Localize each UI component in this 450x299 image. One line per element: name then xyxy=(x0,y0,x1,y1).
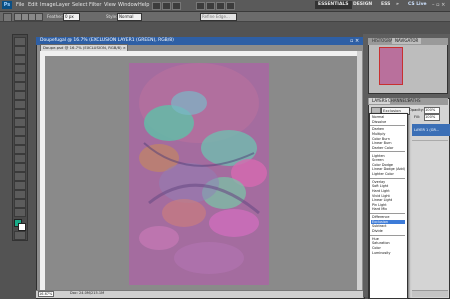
blend-mode-option[interactable]: Dissolve xyxy=(371,120,405,125)
photoshop-logo: Ps xyxy=(2,1,12,9)
opacity-input[interactable]: 100% xyxy=(424,107,440,114)
window-controls[interactable]: – ▫ × xyxy=(432,2,446,8)
menu-window[interactable]: Window xyxy=(118,2,138,8)
window-control-icons[interactable]: – ▫ × xyxy=(432,2,445,8)
menu-select[interactable]: Select xyxy=(72,2,87,8)
layer-row-selected[interactable]: LAYER 1 (GR... xyxy=(412,124,450,136)
marquee-preset-icon[interactable] xyxy=(3,13,12,22)
style-label: Style: xyxy=(106,14,118,19)
quick-mask-icon[interactable] xyxy=(14,231,26,240)
hand-tool-icon[interactable] xyxy=(14,208,26,217)
workspace-essentials[interactable]: ESSENTIALS xyxy=(315,1,352,9)
bridge-icon[interactable] xyxy=(152,2,161,10)
intersect-selection-icon[interactable] xyxy=(35,13,43,21)
blend-mode-option[interactable]: Divide xyxy=(371,229,405,234)
menu-image[interactable]: Image xyxy=(40,2,56,8)
fill-label: Fill: xyxy=(414,115,421,119)
feather-label: Feather: xyxy=(47,14,64,19)
zoom-field[interactable]: 16.67% xyxy=(38,291,54,297)
move-tool-icon[interactable] xyxy=(14,37,26,46)
menu-help[interactable]: Help xyxy=(138,2,149,8)
path-selection-tool-icon[interactable] xyxy=(14,181,26,190)
menu-edit[interactable]: Edit xyxy=(28,2,38,8)
minibridge-icon[interactable] xyxy=(162,2,171,10)
hand-tool-icon[interactable] xyxy=(196,2,205,10)
type-tool-icon[interactable] xyxy=(14,172,26,181)
blend-menu-separator xyxy=(370,177,405,179)
cs-live-button[interactable]: CS Live xyxy=(405,1,430,9)
blend-menu-separator xyxy=(370,151,405,153)
blend-mode-option[interactable]: Hard Mix xyxy=(371,207,405,212)
crop-tool-icon[interactable] xyxy=(14,73,26,82)
history-brush-tool-icon[interactable] xyxy=(14,118,26,127)
shape-tool-icon[interactable] xyxy=(14,190,26,199)
blend-mode-option[interactable]: Lighter Color xyxy=(371,172,405,177)
refine-edge-button[interactable]: Refine Edge... xyxy=(200,13,237,21)
opacity-label: Opacity: xyxy=(409,108,424,112)
tab-navigator[interactable]: NAVIGATOR xyxy=(392,38,422,44)
rotate-view-icon[interactable] xyxy=(206,2,215,10)
eyedropper-tool-icon[interactable] xyxy=(14,82,26,91)
arrange-documents-icon[interactable] xyxy=(216,2,225,10)
fill-input[interactable]: 100% xyxy=(424,114,440,121)
screen-mode-icon[interactable] xyxy=(226,2,235,10)
layers-footer-buttons[interactable] xyxy=(412,290,448,297)
document-close-icon[interactable]: ▫ × xyxy=(350,38,359,44)
menu-layer[interactable]: Layer xyxy=(56,2,70,8)
clone-stamp-tool-icon[interactable] xyxy=(14,109,26,118)
workspace-ess[interactable]: ESS xyxy=(378,1,393,9)
style-select[interactable]: Normal xyxy=(117,13,142,21)
lasso-tool-icon[interactable] xyxy=(14,55,26,64)
vertical-scrollbar[interactable] xyxy=(357,51,362,290)
gradient-tool-icon[interactable] xyxy=(14,136,26,145)
pen-tool-icon[interactable] xyxy=(14,163,26,172)
healing-brush-tool-icon[interactable] xyxy=(14,91,26,100)
blend-menu-separator xyxy=(370,234,405,236)
menu-file[interactable]: File xyxy=(16,2,24,8)
3d-tool-icon[interactable] xyxy=(14,199,26,208)
tab-paths[interactable]: PATHS xyxy=(405,98,424,104)
menu-filter[interactable]: Filter xyxy=(89,2,101,8)
layer-row-divider xyxy=(412,140,448,141)
navigator-thumbnail[interactable] xyxy=(379,47,403,85)
blur-tool-icon[interactable] xyxy=(14,145,26,154)
quick-selection-tool-icon[interactable] xyxy=(14,64,26,73)
background-color-swatch[interactable] xyxy=(18,223,26,231)
artwork-image xyxy=(129,63,269,285)
dodge-tool-icon[interactable] xyxy=(14,154,26,163)
blend-mode-option[interactable]: Darker Color xyxy=(371,146,405,151)
workspace-more[interactable]: » xyxy=(393,1,402,9)
eraser-tool-icon[interactable] xyxy=(14,127,26,136)
menu-view[interactable]: View xyxy=(104,2,116,8)
blend-menu-separator xyxy=(370,213,405,214)
blend-mode-option[interactable]: Luminosity xyxy=(371,251,405,256)
document-title: Doupefugal @ 16.7% (EXCLUSION LAYER1 (GR… xyxy=(40,38,174,43)
blend-menu-separator xyxy=(370,125,405,127)
feather-input[interactable]: 0 px xyxy=(63,13,80,21)
zoom-level-icon[interactable] xyxy=(172,2,181,10)
marquee-tool-icon[interactable] xyxy=(14,46,26,55)
workspace-design[interactable]: DESIGN xyxy=(350,1,375,9)
brush-tool-icon[interactable] xyxy=(14,100,26,109)
document-size-info: Doc: 24.0M/215.1M xyxy=(70,291,105,295)
canvas-artwork[interactable] xyxy=(129,63,269,285)
